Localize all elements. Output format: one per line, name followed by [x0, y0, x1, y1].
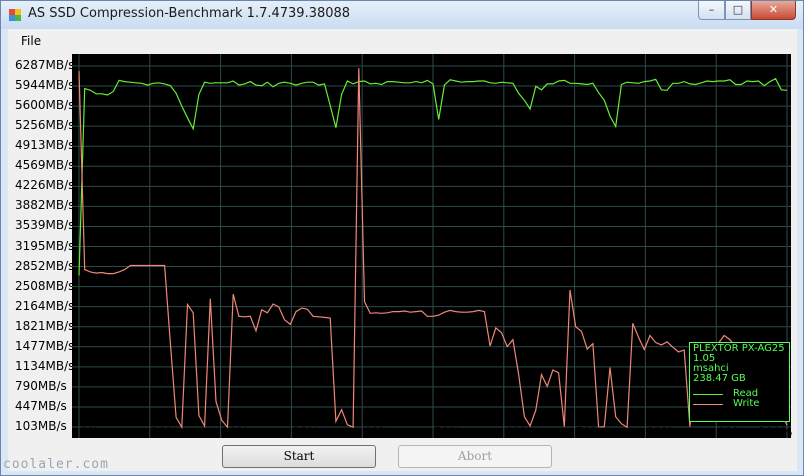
x-tick-label: 40%	[363, 425, 390, 439]
x-tick-label: 80%	[646, 425, 673, 439]
abort-button[interactable]: Abort	[398, 445, 552, 468]
maximize-icon: □	[732, 3, 744, 16]
x-tick-label: 90%	[717, 425, 744, 439]
legend-swatch-write	[693, 404, 723, 405]
maximize-button[interactable]: □	[725, 1, 751, 20]
x-tick-label: 60%	[505, 425, 532, 439]
app-window: AS SSD Compression-Benchmark 1.7.4739.38…	[0, 0, 804, 476]
x-tick-label: 50%	[434, 425, 461, 439]
x-tick-label: 30%	[292, 425, 319, 439]
chart-legend: PLEXTOR PX-AG25 1.05 msahci 238.47 GB Re…	[689, 342, 790, 422]
x-tick-label: 20%	[222, 425, 249, 439]
watermark: coolaler.com	[3, 457, 109, 472]
chart-svg	[72, 54, 791, 438]
legend-label-write: Write	[733, 398, 760, 409]
x-tick-label: 100%	[758, 425, 792, 439]
x-axis-labels: 0% 10% 20% 30% 40% 50% 60% 70% 80% 90% 100%	[80, 425, 792, 439]
legend-entry-write: Write	[693, 399, 789, 409]
close-button[interactable]: ✕	[751, 1, 796, 20]
x-tick-label: 0%	[80, 425, 99, 439]
legend-capacity: 238.47 GB	[693, 373, 746, 384]
chart-plot-area	[72, 54, 791, 438]
close-icon: ✕	[768, 3, 779, 16]
minimize-button[interactable]: –	[698, 1, 725, 20]
menu-file[interactable]: File	[21, 34, 41, 48]
legend-swatch-read	[693, 394, 723, 395]
x-tick-label: 10%	[151, 425, 178, 439]
start-button[interactable]: Start	[222, 445, 376, 468]
title-bar[interactable]: AS SSD Compression-Benchmark 1.7.4739.38…	[1, 1, 803, 29]
window-title: AS SSD Compression-Benchmark 1.7.4739.38…	[28, 6, 351, 21]
x-tick-label: 70%	[576, 425, 603, 439]
menu-bar: File	[8, 29, 797, 51]
app-icon	[9, 9, 21, 21]
minimize-icon: –	[708, 3, 715, 16]
